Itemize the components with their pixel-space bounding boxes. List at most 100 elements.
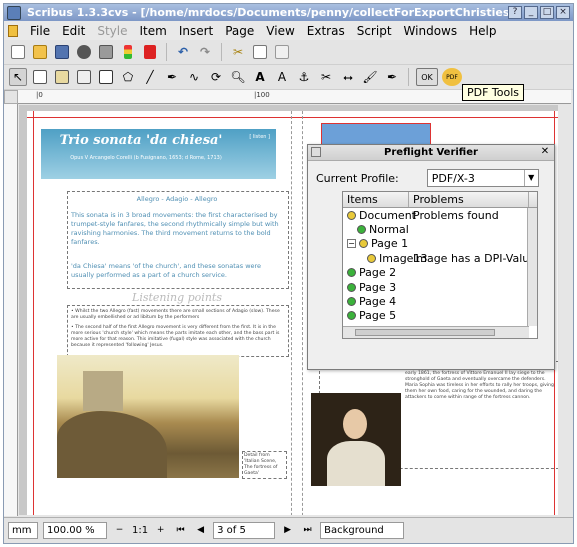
tree-row[interactable]: − Page 1 (343, 237, 537, 251)
unit-select[interactable]: mm (8, 522, 38, 539)
title-bar: Scribus 1.3.3cvs - [/home/mrdocs/Documen… (4, 4, 573, 21)
dialog-title-bar[interactable]: Preflight Verifier ✕ (308, 145, 554, 161)
tree-item-problem: Problems found (413, 208, 499, 222)
pdf-tools-tooltip: PDF Tools (462, 84, 525, 101)
link-frames-icon[interactable]: ⚓ (295, 68, 313, 86)
tree-row[interactable]: Page 4 (343, 294, 537, 308)
image-frame-icon[interactable] (53, 68, 71, 86)
layer-value: Background (324, 525, 384, 536)
redo-icon[interactable]: ↷ (196, 43, 214, 61)
tree-item-label: Page 3 (359, 280, 397, 294)
close-button[interactable]: × (556, 6, 570, 19)
layer-select[interactable]: Background (320, 522, 405, 539)
tree-row[interactable]: Page 2 (343, 266, 537, 280)
horizontal-scrollbar[interactable] (343, 326, 529, 338)
zoom-in-icon[interactable]: + (153, 523, 168, 538)
maximize-button[interactable]: □ (540, 6, 554, 19)
previous-page-icon[interactable]: ◀ (193, 523, 208, 538)
tree-item-label: Page 4 (359, 295, 397, 309)
paste-icon[interactable] (273, 43, 291, 61)
zoom-icon[interactable]: 🔍︎ (229, 68, 247, 86)
zoom-input[interactable]: 100.00 % (43, 522, 107, 539)
menu-edit[interactable]: Edit (56, 24, 91, 38)
pdf-export-icon[interactable] (141, 43, 159, 61)
pdf-tools-button[interactable]: PDF (442, 68, 462, 86)
tree-item-label: Page 2 (359, 266, 397, 280)
menu-page[interactable]: Page (219, 24, 260, 38)
unlink-frames-icon[interactable]: ✂ (317, 68, 335, 86)
painting-caption: Detail from 'Italian Scene, The fortress… (244, 453, 278, 476)
text-frame-icon[interactable] (31, 68, 49, 86)
minimize-button[interactable]: _ (524, 6, 538, 19)
bezier-icon[interactable]: ✒ (163, 68, 181, 86)
edit-contents-icon[interactable]: 𝗔 (251, 68, 269, 86)
menu-view[interactable]: View (260, 24, 300, 38)
menu-style[interactable]: Style (91, 24, 133, 38)
menu-insert[interactable]: Insert (173, 24, 219, 38)
zoom-out-icon[interactable]: − (112, 523, 127, 538)
app-icon[interactable] (7, 5, 21, 20)
tree-row[interactable]: Page 3 (343, 280, 537, 294)
tree-item-problem: Image has a DPI-Value l (413, 251, 529, 265)
first-page-icon[interactable]: ⏮︎ (173, 523, 188, 538)
window-title: Scribus 1.3.3cvs - [/home/mrdocs/Documen… (27, 6, 508, 19)
menu-script[interactable]: Script (351, 24, 398, 38)
zoom-ratio[interactable]: 1:1 (132, 525, 148, 536)
edit-text-icon[interactable]: A (273, 68, 291, 86)
tree-row[interactable]: Document Problems found (343, 208, 537, 222)
close-document-icon[interactable] (75, 43, 93, 61)
document-icon (8, 24, 18, 37)
ruler-corner[interactable] (4, 90, 18, 104)
vertical-ruler[interactable] (4, 104, 18, 516)
menu-help[interactable]: Help (463, 24, 502, 38)
portrait-image[interactable] (311, 393, 401, 486)
measurements-icon[interactable]: ⭤ (339, 68, 357, 86)
menu-item[interactable]: Item (133, 24, 172, 38)
preflight-icon[interactable] (119, 43, 137, 61)
column-problems[interactable]: Problems (409, 192, 529, 207)
menu-extras[interactable]: Extras (301, 24, 351, 38)
print-icon[interactable] (97, 43, 115, 61)
header-banner[interactable]: Trio sonata 'da chiesa' Opus V Arcangelo… (41, 129, 276, 179)
collapse-icon[interactable]: − (347, 239, 356, 249)
dock-icon[interactable] (311, 147, 321, 157)
copy-icon[interactable] (251, 43, 269, 61)
vertical-scrollbar[interactable] (527, 208, 537, 326)
polygon-icon[interactable]: ⬠ (119, 68, 137, 86)
last-page-icon[interactable]: ⏭︎ (300, 523, 315, 538)
pdf-ok-button[interactable]: OK (416, 68, 438, 86)
tree-row[interactable]: Image13Image has a DPI-Value l (343, 251, 537, 265)
application-window: Scribus 1.3.3cvs - [/home/mrdocs/Documen… (3, 3, 574, 544)
menu-windows[interactable]: Windows (398, 24, 464, 38)
next-page-icon[interactable]: ▶ (280, 523, 295, 538)
preflight-tree[interactable]: Items Problems Document Problems found Nor… (342, 191, 538, 339)
profile-select[interactable]: PDF/X-3 ▼ (426, 169, 539, 187)
preflight-verifier-dialog[interactable]: Preflight Verifier ✕ Current Profile: PD… (307, 144, 555, 370)
scrollbar-thumb[interactable] (355, 329, 495, 336)
ruler-tick-100: |100 (254, 91, 270, 99)
tree-item-label: Document (359, 208, 416, 222)
tree-row[interactable]: Normal (343, 222, 537, 236)
eyedropper-icon[interactable]: ✒ (383, 68, 401, 86)
copy-properties-icon[interactable]: 🖌︎ (361, 68, 379, 86)
page-select[interactable]: 3 of 5 (213, 522, 276, 539)
column-items[interactable]: Items (343, 192, 409, 207)
tree-row[interactable]: Page 5 (343, 309, 537, 323)
table-icon[interactable] (75, 68, 93, 86)
freehand-line-icon[interactable]: ∿ (185, 68, 203, 86)
shape-icon[interactable] (97, 68, 115, 86)
open-folder-icon[interactable] (31, 43, 49, 61)
line-icon[interactable]: ╱ (141, 68, 159, 86)
dialog-close-icon[interactable]: ✕ (539, 146, 551, 158)
rotate-icon[interactable]: ⟳ (207, 68, 225, 86)
chevron-down-icon[interactable]: ▼ (523, 170, 538, 186)
menu-file[interactable]: File (24, 24, 56, 38)
landscape-painting-image[interactable] (57, 355, 239, 478)
select-item-icon[interactable]: ↖ (9, 68, 27, 86)
status-bar: mm 100.00 % − 1:1 + ⏮︎ ◀ 3 of 5 ▶ ⏭︎ Bac… (4, 517, 573, 543)
undo-icon[interactable]: ↶ (174, 43, 192, 61)
help-button[interactable]: ? (508, 6, 522, 19)
save-icon[interactable] (53, 43, 71, 61)
cut-icon[interactable]: ✂ (229, 43, 247, 61)
new-document-icon[interactable] (9, 43, 27, 61)
